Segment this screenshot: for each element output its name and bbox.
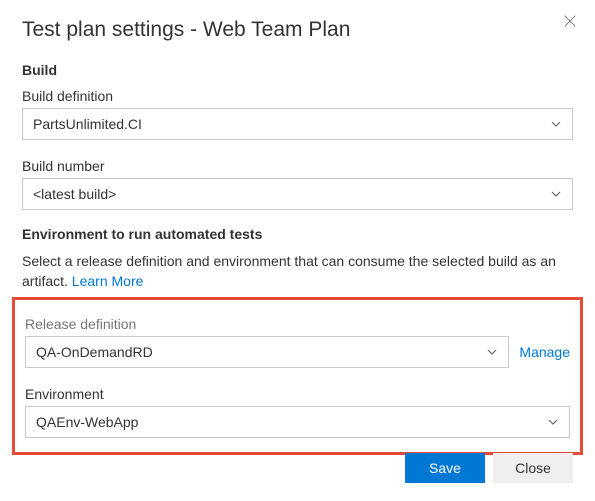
build-section-header: Build [22, 62, 573, 78]
close-icon[interactable] [563, 14, 577, 33]
release-definition-label: Release definition [25, 316, 570, 332]
build-number-label: Build number [22, 158, 573, 174]
highlighted-section: Release definition QA-OnDemandRD Manage … [12, 297, 583, 455]
learn-more-link[interactable]: Learn More [72, 273, 144, 289]
release-definition-dropdown[interactable]: QA-OnDemandRD [25, 336, 509, 368]
chevron-down-icon [550, 188, 562, 200]
chevron-down-icon [550, 118, 562, 130]
environment-dropdown[interactable]: QAEnv-WebApp [25, 406, 570, 438]
environment-helper-text: Select a release definition and environm… [22, 252, 573, 291]
environment-section-header: Environment to run automated tests [22, 226, 573, 242]
environment-label: Environment [25, 386, 570, 402]
build-number-dropdown[interactable]: <latest build> [22, 178, 573, 210]
build-number-value: <latest build> [33, 186, 116, 202]
build-definition-label: Build definition [22, 88, 573, 104]
build-definition-dropdown[interactable]: PartsUnlimited.CI [22, 108, 573, 140]
save-button[interactable]: Save [405, 453, 485, 483]
dialog-container: Test plan settings - Web Team Plan Build… [0, 0, 595, 501]
chevron-down-icon [547, 416, 559, 428]
release-definition-value: QA-OnDemandRD [36, 344, 153, 360]
close-button[interactable]: Close [493, 453, 573, 483]
dialog-button-row: Save Close [405, 453, 573, 483]
chevron-down-icon [486, 346, 498, 358]
environment-value: QAEnv-WebApp [36, 414, 138, 430]
manage-link[interactable]: Manage [519, 344, 570, 360]
build-definition-value: PartsUnlimited.CI [33, 116, 142, 132]
dialog-title: Test plan settings - Web Team Plan [22, 18, 573, 42]
